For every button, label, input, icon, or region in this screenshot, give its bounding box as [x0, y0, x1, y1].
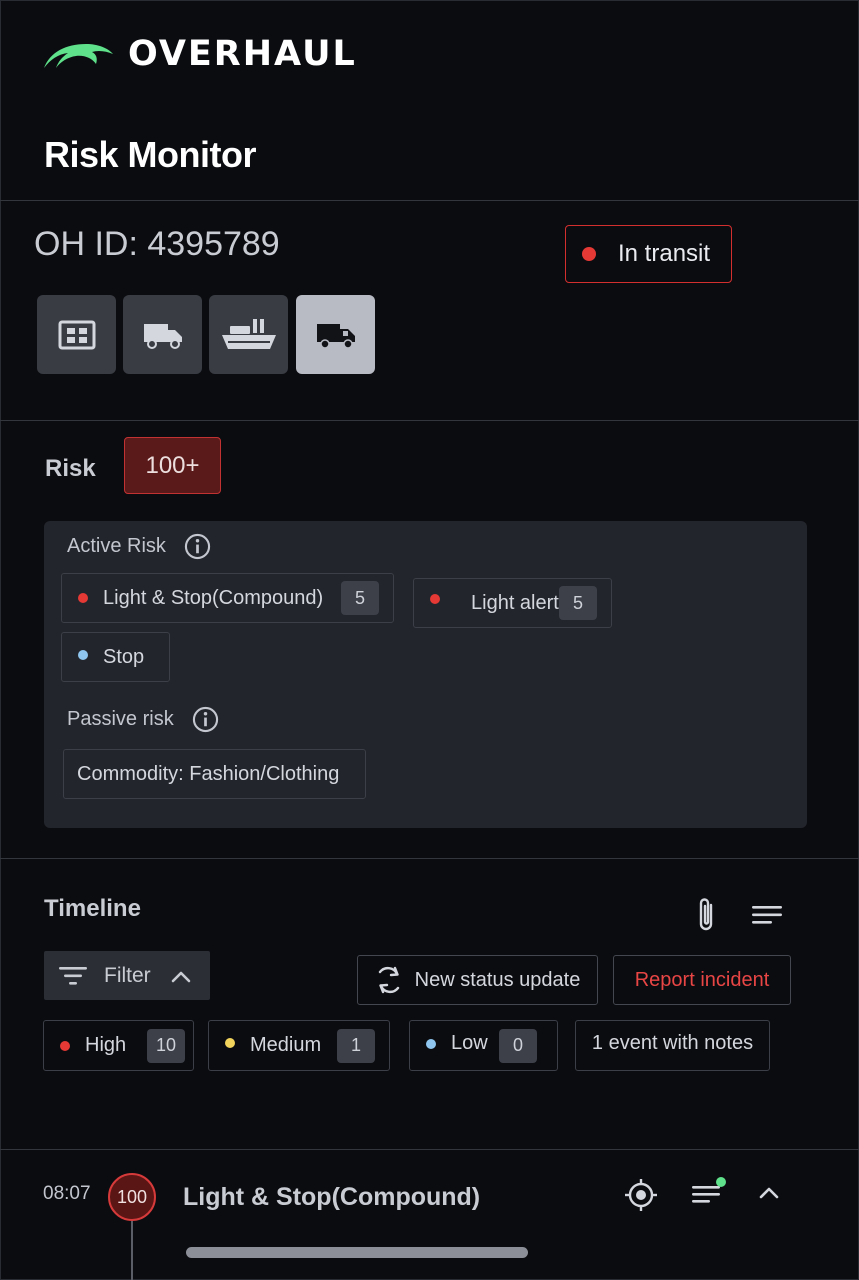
risk-score-badge: 100+	[124, 437, 221, 494]
notes-filter-label: 1 event with notes	[591, 1032, 754, 1054]
active-risk-chip[interactable]: Light & Stop(Compound) 5	[61, 573, 394, 623]
notification-dot	[716, 1177, 726, 1187]
mode-van-button[interactable]	[123, 295, 202, 374]
severity-label: Medium	[250, 1034, 322, 1056]
chip-label: Commodity: Fashion/Clothing	[77, 762, 340, 785]
risk-panel: Active Risk Light & Stop(Compound) 5 Lig…	[44, 521, 807, 828]
risk-dot	[78, 593, 88, 603]
paperclip-icon[interactable]	[694, 896, 718, 934]
chip-label: Light & Stop(Compound)	[103, 586, 324, 609]
active-risk-chip[interactable]: Light alert 5	[413, 578, 612, 628]
locate-icon[interactable]	[624, 1178, 658, 1212]
filter-label: Filter	[104, 963, 151, 987]
severity-filter-medium[interactable]: Medium 1	[208, 1020, 390, 1071]
event-title[interactable]: Light & Stop(Compound)	[183, 1183, 480, 1212]
new-status-update-button[interactable]: New status update	[357, 955, 598, 1005]
chip-count: 5	[559, 586, 597, 620]
risk-divider	[0, 858, 859, 859]
brand-logo[interactable]: OVERHAUL	[42, 34, 357, 74]
info-icon[interactable]	[184, 533, 211, 560]
status-badge: In transit	[565, 225, 732, 283]
event-score-badge: 100	[108, 1173, 156, 1221]
page-title: Risk Monitor	[44, 134, 257, 175]
van-icon	[143, 323, 182, 349]
severity-dot	[225, 1037, 235, 1048]
severity-label: High	[85, 1034, 127, 1056]
chevron-up-icon	[171, 971, 190, 982]
severity-dot	[60, 1040, 70, 1051]
passive-risk-heading: Passive risk	[67, 706, 219, 733]
report-incident-label: Report incident	[634, 968, 770, 991]
passive-risk-chip[interactable]: Commodity: Fashion/Clothing	[63, 749, 366, 799]
severity-filter-high[interactable]: High 10	[43, 1020, 194, 1071]
horizontal-scrollbar[interactable]	[186, 1247, 528, 1258]
active-risk-chip[interactable]: Stop	[61, 632, 170, 682]
active-risk-label: Active Risk	[67, 535, 166, 557]
severity-dot	[426, 1038, 436, 1049]
chip-count: 5	[341, 581, 379, 615]
timeline-line	[131, 1221, 133, 1280]
status-dot	[582, 247, 596, 261]
brand-name: OVERHAUL	[128, 34, 357, 74]
risk-dot	[78, 650, 88, 660]
overhaul-logo-icon	[44, 44, 113, 68]
new-status-label: New status update	[414, 968, 581, 991]
truck-icon	[316, 323, 355, 349]
chevron-up-icon[interactable]	[758, 1184, 780, 1200]
severity-count: 10	[147, 1028, 185, 1063]
event-notes-icon[interactable]	[690, 1176, 730, 1208]
grid-icon	[58, 320, 95, 349]
shipment-id: OH ID: 4395789	[34, 225, 280, 263]
active-risk-heading: Active Risk	[67, 533, 211, 560]
info-icon[interactable]	[192, 706, 219, 733]
timeline-title: Timeline	[44, 895, 141, 922]
filter-icon	[59, 966, 87, 985]
severity-count: 0	[499, 1028, 537, 1063]
risk-label: Risk	[45, 455, 96, 482]
header-divider	[0, 200, 859, 201]
shipment-divider	[0, 420, 859, 421]
ship-icon	[221, 318, 276, 349]
report-incident-button[interactable]: Report incident	[613, 955, 791, 1005]
chip-label: Stop	[103, 645, 145, 668]
event-time: 08:07	[43, 1183, 91, 1204]
chip-label: Light alert	[471, 591, 559, 614]
severity-count: 1	[337, 1028, 375, 1063]
refresh-icon	[378, 966, 399, 994]
events-with-notes-filter[interactable]: 1 event with notes	[575, 1020, 770, 1071]
notes-list-icon[interactable]	[751, 904, 783, 926]
status-text: In transit	[618, 240, 711, 267]
passive-risk-label: Passive risk	[67, 708, 174, 730]
filter-button[interactable]: Filter	[44, 951, 210, 1000]
severity-filter-low[interactable]: Low 0	[409, 1020, 558, 1071]
mode-truck-button[interactable]	[296, 295, 375, 374]
risk-dot	[430, 594, 440, 604]
timeline-divider	[0, 1149, 859, 1150]
severity-label: Low	[451, 1032, 488, 1054]
mode-ship-button[interactable]	[209, 295, 288, 374]
mode-overview-button[interactable]	[37, 295, 116, 374]
